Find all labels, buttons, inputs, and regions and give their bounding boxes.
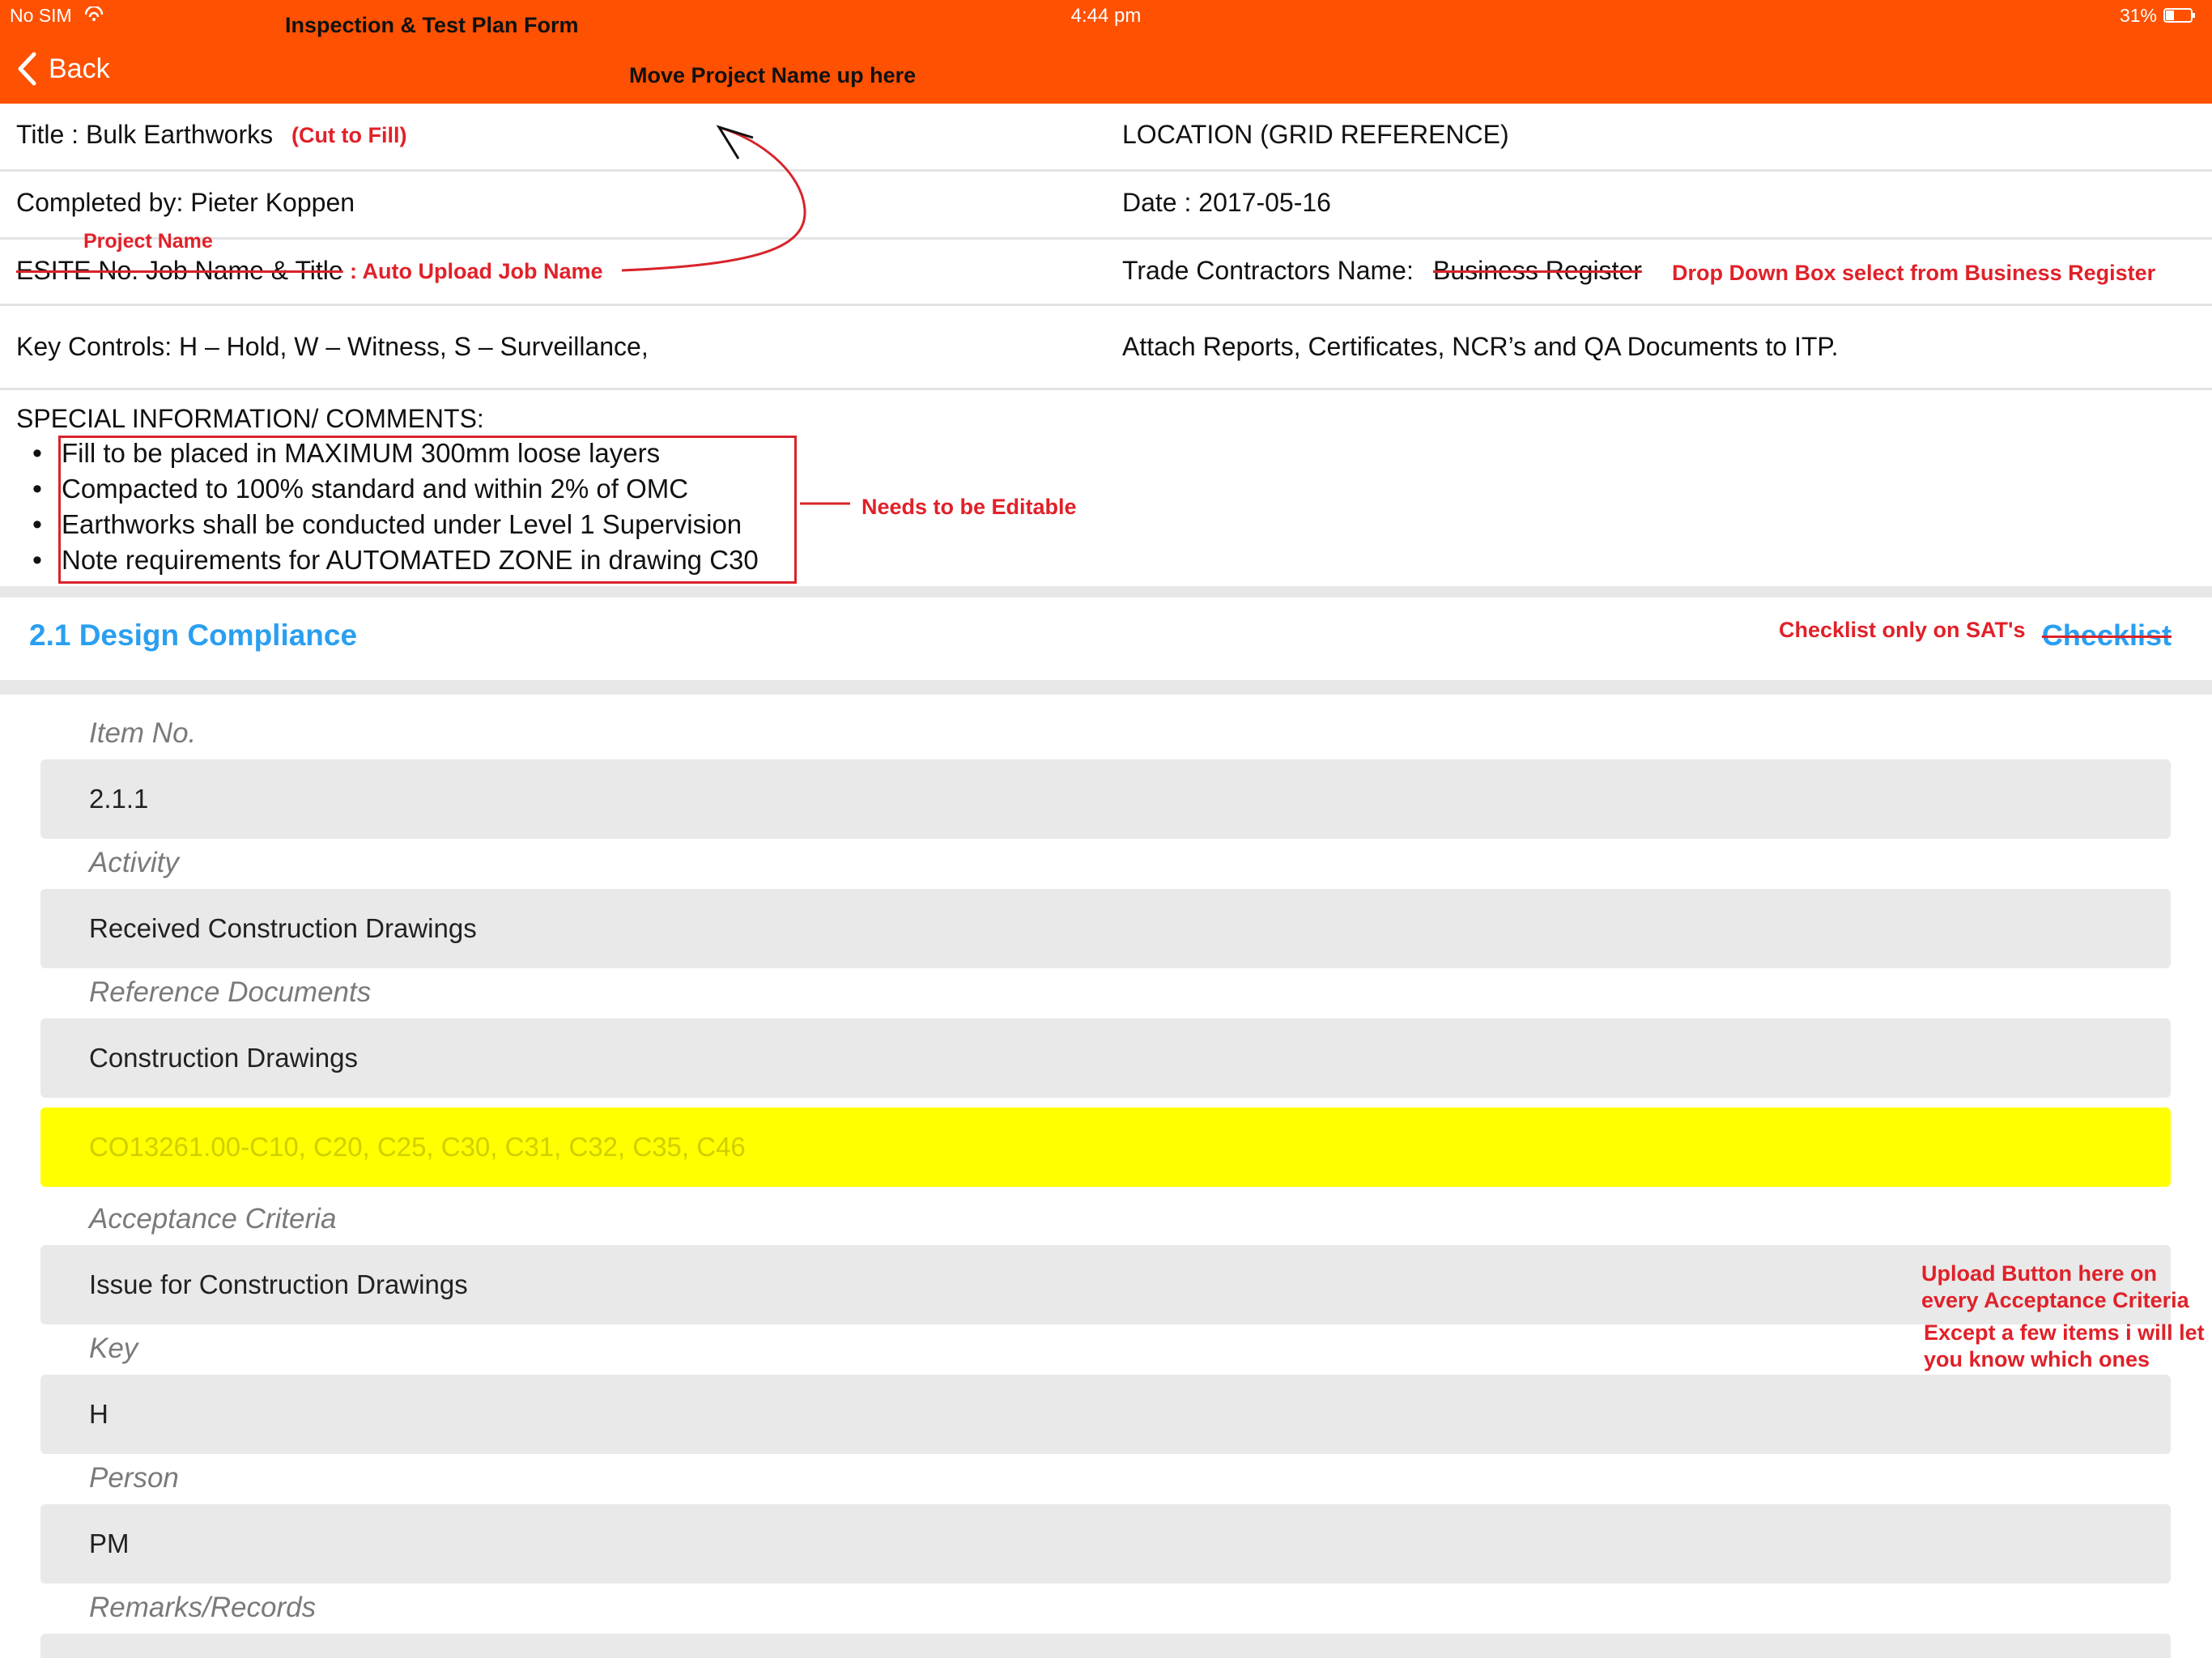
annotation-arrow-head: [716, 125, 754, 159]
annotation-overlay: [621, 125, 850, 505]
annotation-arrow-curve: [621, 126, 806, 272]
